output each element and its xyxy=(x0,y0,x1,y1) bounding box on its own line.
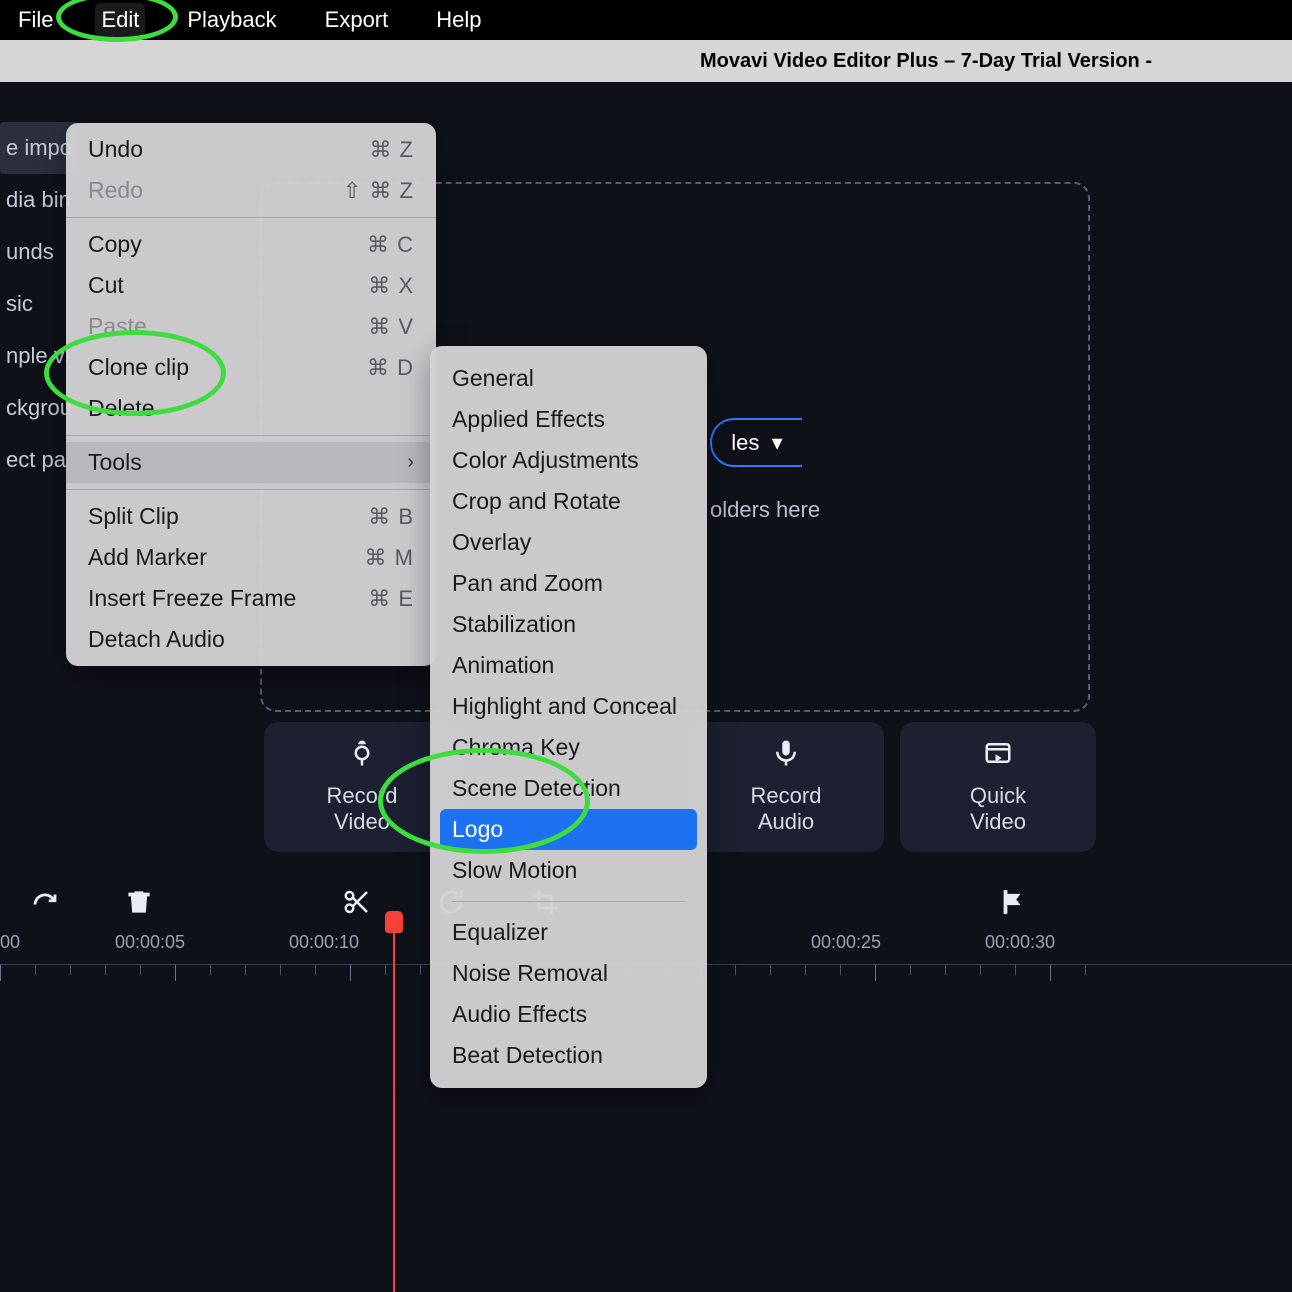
timecode-label: 00:00:25 xyxy=(811,932,881,953)
submenu-item-slow-motion[interactable]: Slow Motion xyxy=(430,850,707,891)
add-files-dropdown[interactable]: les ▾ xyxy=(710,418,802,467)
add-files-label-fragment: les xyxy=(731,430,759,456)
window-titlebar: Movavi Video Editor Plus – 7-Day Trial V… xyxy=(0,40,1292,82)
submenu-item-beat-detection[interactable]: Beat Detection xyxy=(430,1035,707,1076)
menu-item-delete[interactable]: Delete xyxy=(66,388,436,429)
menubar-item-edit[interactable]: Edit xyxy=(95,3,145,37)
menu-item-label: Cut xyxy=(88,272,124,299)
menu-item-detach-audio[interactable]: Detach Audio xyxy=(66,619,436,660)
menu-shortcut: ⌘ X xyxy=(368,273,414,299)
submenu-item-pan-and-zoom[interactable]: Pan and Zoom xyxy=(430,563,707,604)
menu-item-label: Copy xyxy=(88,231,142,258)
submenu-item-crop-and-rotate[interactable]: Crop and Rotate xyxy=(430,481,707,522)
chevron-right-icon: › xyxy=(407,451,414,474)
submenu-item-noise-removal[interactable]: Noise Removal xyxy=(430,953,707,994)
menu-shortcut: ⌘ B xyxy=(368,504,414,530)
action-card[interactable]: RecordAudio xyxy=(688,722,884,852)
camera-icon xyxy=(347,738,377,774)
menu-item-label: Clone clip xyxy=(88,354,189,381)
menubar-item-export[interactable]: Export xyxy=(319,3,395,37)
menu-shortcut: ⌘ E xyxy=(368,586,414,612)
submenu-item-animation[interactable]: Animation xyxy=(430,645,707,686)
submenu-item-highlight-and-conceal[interactable]: Highlight and Conceal xyxy=(430,686,707,727)
menu-item-label: Tools xyxy=(88,449,142,476)
timecode-label: 00:00:30 xyxy=(985,932,1055,953)
submenu-item-overlay[interactable]: Overlay xyxy=(430,522,707,563)
action-card[interactable]: QuickVideo xyxy=(900,722,1096,852)
menu-item-label: Delete xyxy=(88,395,154,422)
submenu-item-logo[interactable]: Logo xyxy=(440,809,697,850)
menu-item-label: Split Clip xyxy=(88,503,179,530)
submenu-item-scene-detection[interactable]: Scene Detection xyxy=(430,768,707,809)
menu-shortcut: ⌘ V xyxy=(368,314,414,340)
menu-item-label: Paste xyxy=(88,313,147,340)
submenu-item-stabilization[interactable]: Stabilization xyxy=(430,604,707,645)
menu-shortcut: ⇧ ⌘ Z xyxy=(343,178,414,204)
clip-icon xyxy=(983,738,1013,774)
playhead[interactable] xyxy=(393,912,395,1292)
scissors-icon[interactable] xyxy=(342,887,372,922)
menu-item-tools[interactable]: Tools › xyxy=(66,442,436,483)
edit-menu: Undo ⌘ Z Redo ⇧ ⌘ Z Copy ⌘ C Cut ⌘ X Paste ⌘ V Clo… xyxy=(66,123,436,666)
action-label: QuickVideo xyxy=(970,783,1026,836)
menu-item-label: Redo xyxy=(88,177,143,204)
redo-icon[interactable] xyxy=(30,887,60,922)
submenu-item-chroma-key[interactable]: Chroma Key xyxy=(430,727,707,768)
menu-item-cut[interactable]: Cut ⌘ X xyxy=(66,265,436,306)
menu-item-clone-clip[interactable]: Clone clip ⌘ D xyxy=(66,347,436,388)
menubar: File Edit Playback Export Help xyxy=(0,0,1292,40)
action-label: RecordAudio xyxy=(751,783,822,836)
menu-shortcut: ⌘ D xyxy=(367,355,414,381)
submenu-item-applied-effects[interactable]: Applied Effects xyxy=(430,399,707,440)
menu-item-paste: Paste ⌘ V xyxy=(66,306,436,347)
menu-item-add-marker[interactable]: Add Marker ⌘ M xyxy=(66,537,436,578)
menu-item-split-clip[interactable]: Split Clip ⌘ B xyxy=(66,496,436,537)
menu-item-redo: Redo ⇧ ⌘ Z xyxy=(66,170,436,211)
timecode-label: 00:00:10 xyxy=(289,932,359,953)
submenu-item-audio-effects[interactable]: Audio Effects xyxy=(430,994,707,1035)
menu-item-label: Insert Freeze Frame xyxy=(88,585,296,612)
menu-shortcut: ⌘ M xyxy=(365,545,414,571)
menubar-item-help[interactable]: Help xyxy=(430,3,487,37)
trash-icon[interactable] xyxy=(124,887,154,922)
timecode-label: 00 xyxy=(0,932,20,953)
menu-item-label: Detach Audio xyxy=(88,626,225,653)
main-area: e impodia binundssicnple vickgrouect pa … xyxy=(0,82,1292,1242)
flag-icon[interactable] xyxy=(998,887,1028,922)
submenu-item-equalizer[interactable]: Equalizer xyxy=(430,912,707,953)
chevron-down-icon: ▾ xyxy=(772,430,783,456)
submenu-item-color-adjustments[interactable]: Color Adjustments xyxy=(430,440,707,481)
menubar-item-file[interactable]: File xyxy=(12,3,59,37)
menu-item-label: Undo xyxy=(88,136,143,163)
menu-item-label: Add Marker xyxy=(88,544,207,571)
mic-icon xyxy=(771,738,801,774)
submenu-item-general[interactable]: General xyxy=(430,358,707,399)
tools-submenu: GeneralApplied EffectsColor AdjustmentsC… xyxy=(430,346,707,1088)
menu-shortcut: ⌘ C xyxy=(367,232,414,258)
menubar-item-playback[interactable]: Playback xyxy=(181,3,282,37)
menu-shortcut: ⌘ Z xyxy=(369,137,414,163)
window-title: Movavi Video Editor Plus – 7-Day Trial V… xyxy=(700,50,1152,73)
menu-item-copy[interactable]: Copy ⌘ C xyxy=(66,224,436,265)
action-label: RecordVideo xyxy=(327,783,398,836)
timecode-label: 00:00:05 xyxy=(115,932,185,953)
dropzone-hint-fragment: olders here xyxy=(710,497,820,523)
menu-item-insert-freeze-frame[interactable]: Insert Freeze Frame ⌘ E xyxy=(66,578,436,619)
menu-item-undo[interactable]: Undo ⌘ Z xyxy=(66,129,436,170)
